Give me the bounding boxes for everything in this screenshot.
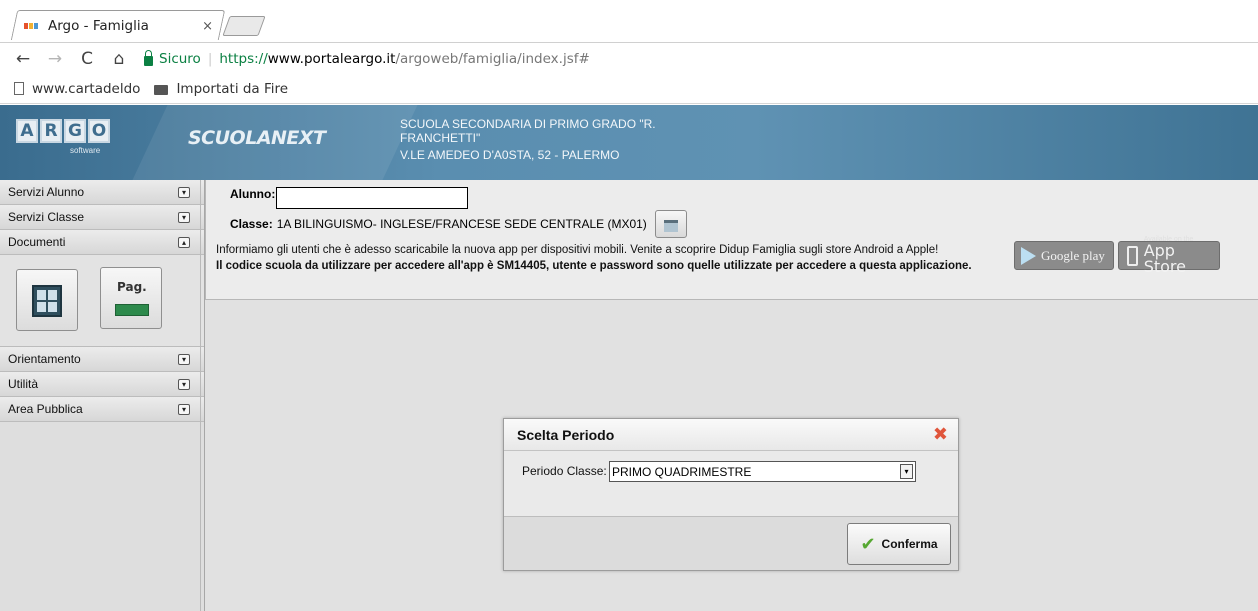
logo-letter: G (64, 119, 86, 143)
url-path: /argoweb/famiglia/index.jsf# (395, 50, 590, 67)
grid-window-icon (32, 285, 62, 317)
app-store-text: Available on the App Store (1144, 236, 1219, 275)
periodo-select[interactable]: PRIMO QUADRIMESTRE ▾ (609, 461, 916, 482)
periodo-selected-value: PRIMO QUADRIMESTRE (612, 464, 752, 479)
check-icon: ✔ (860, 533, 876, 555)
dialog-body: Periodo Classe: PRIMO QUADRIMESTRE ▾ (504, 451, 958, 517)
periodo-label: Periodo Classe: (522, 464, 607, 478)
secure-label: Sicuro (159, 50, 201, 67)
sidebar-item-utilita[interactable]: Utilità ▾ (0, 372, 204, 397)
logo-letter: A (16, 119, 38, 143)
sidebar-item-orientamento[interactable]: Orientamento ▾ (0, 347, 204, 372)
expand-icon[interactable]: ▾ (178, 403, 190, 415)
expand-icon[interactable]: ▾ (178, 211, 190, 223)
browser-tab-content[interactable]: Argo - Famiglia × (24, 12, 219, 40)
play-store-icon (1021, 246, 1036, 265)
expand-icon[interactable]: ▾ (178, 353, 190, 365)
documenti-panel: Pag. (0, 255, 204, 347)
alunno-row: Alunno: (230, 183, 469, 209)
sidebar-item-label: Servizi Classe (8, 210, 85, 224)
url-scheme: https:// (219, 50, 268, 67)
sidebar-item-label: Servizi Alunno (8, 185, 85, 199)
bookmark-label: Importati da Fire (176, 80, 289, 97)
bacheca-tile-button[interactable] (16, 269, 78, 331)
school-address: V.LE AMEDEO D'A0STA, 52 - PALERMO (400, 148, 620, 162)
expand-icon[interactable]: ▾ (178, 186, 190, 198)
app-header: A R G O software SCUOLANEXT SCUOLA SECON… (0, 105, 1258, 180)
logo-subtitle: software (70, 146, 101, 155)
app-store-badge[interactable]: Available on the App Store (1118, 236, 1220, 275)
collapse-icon[interactable]: ▴ (178, 236, 190, 248)
sidebar-item-label: Orientamento (8, 352, 81, 366)
classe-row: Classe: 1A BILINGUISMO- INGLESE/FRANCESE… (230, 210, 687, 238)
notice-line-1: Informiamo gli utenti che è adesso scari… (216, 244, 939, 256)
expand-icon[interactable]: ▾ (178, 378, 190, 390)
new-tab-button[interactable] (222, 16, 266, 36)
classe-label: Classe: (230, 217, 273, 231)
sidebar-item-label: Documenti (8, 235, 66, 249)
folder-icon (154, 84, 169, 95)
forward-arrow-icon[interactable]: → (46, 49, 64, 69)
dialog-titlebar: Scelta Periodo ✖ (504, 419, 958, 451)
app-notice: Informiamo gli utenti che è adesso scari… (216, 242, 972, 274)
chevron-down-icon[interactable]: ▾ (900, 464, 913, 479)
app-store-label: App Store (1143, 241, 1186, 276)
omnibox-divider: | (207, 50, 213, 67)
pagella-label: Pag. (117, 280, 147, 294)
url-host: www.portaleargo.it (267, 50, 396, 67)
school-info: SCUOLA SECONDARIA DI PRIMO GRADO "R. FRA… (400, 117, 720, 162)
page-icon (14, 82, 24, 95)
browser-tab-strip: Argo - Famiglia × (0, 0, 1258, 42)
pagella-bar-icon (115, 304, 149, 316)
sidebar-item-servizi-alunno[interactable]: Servizi Alunno ▾ (0, 180, 204, 205)
reload-icon[interactable]: C (78, 49, 96, 69)
pagella-tile-button[interactable]: Pag. (100, 267, 162, 329)
sidebar-item-servizi-classe[interactable]: Servizi Classe ▾ (0, 205, 204, 230)
sidebar-item-label: Utilità (8, 377, 39, 391)
school-name: SCUOLA SECONDARIA DI PRIMO GRADO "R. FRA… (400, 117, 656, 145)
product-logo: SCUOLANEXT (188, 127, 326, 149)
home-icon[interactable]: ⌂ (110, 49, 128, 69)
logo-letter: O (88, 119, 110, 143)
argo-logo: A R G O (16, 119, 110, 143)
address-bar[interactable]: Sicuro | https:// www.portaleargo.it /ar… (144, 47, 590, 71)
back-arrow-icon[interactable]: ← (14, 49, 32, 69)
bookmark-importati[interactable]: Importati da Fire (154, 81, 288, 97)
scelta-periodo-dialog: Scelta Periodo ✖ Periodo Classe: PRIMO Q… (503, 418, 959, 571)
dialog-title: Scelta Periodo (517, 426, 615, 443)
tab-title: Argo - Famiglia (48, 18, 149, 34)
notice-line-2: Il codice scuola da utilizzare per acced… (216, 260, 972, 272)
sidebar: Servizi Alunno ▾ Servizi Classe ▾ Docume… (0, 180, 205, 611)
close-icon[interactable]: ✖ (933, 425, 948, 444)
browser-toolbar: ← → C ⌂ Sicuro | https:// www.portalearg… (0, 42, 1258, 74)
dialog-footer: ✔ Conferma (504, 517, 958, 570)
classe-value: 1A BILINGUISMO- INGLESE/FRANCESE SEDE CE… (276, 217, 647, 231)
lock-icon (144, 49, 153, 66)
logo-letter: R (40, 119, 62, 143)
sidebar-item-area-pubblica[interactable]: Area Pubblica ▾ (0, 397, 204, 422)
bookmarks-bar: www.cartadeldo Importati da Fire (0, 74, 1258, 104)
google-play-badge[interactable]: Google play (1014, 241, 1114, 270)
conferma-label: Conferma (881, 537, 938, 551)
argo-favicon-icon (24, 22, 42, 30)
sidebar-item-label: Area Pubblica (8, 402, 83, 416)
bookmark-label: www.cartadeldo (32, 80, 141, 97)
alunno-name-field (276, 187, 469, 209)
phone-icon (1127, 245, 1138, 266)
sidebar-item-documenti[interactable]: Documenti ▴ (0, 230, 204, 255)
conferma-button[interactable]: ✔ Conferma (847, 523, 951, 565)
student-info-panel: Alunno: Classe: 1A BILINGUISMO- INGLESE/… (205, 180, 1258, 300)
bookmark-cartadeldo[interactable]: www.cartadeldo (14, 81, 140, 97)
change-class-button[interactable] (654, 210, 687, 238)
alunno-label: Alunno: (230, 187, 276, 201)
tab-close-icon[interactable]: × (202, 19, 213, 34)
google-play-label: Google play (1041, 247, 1105, 263)
